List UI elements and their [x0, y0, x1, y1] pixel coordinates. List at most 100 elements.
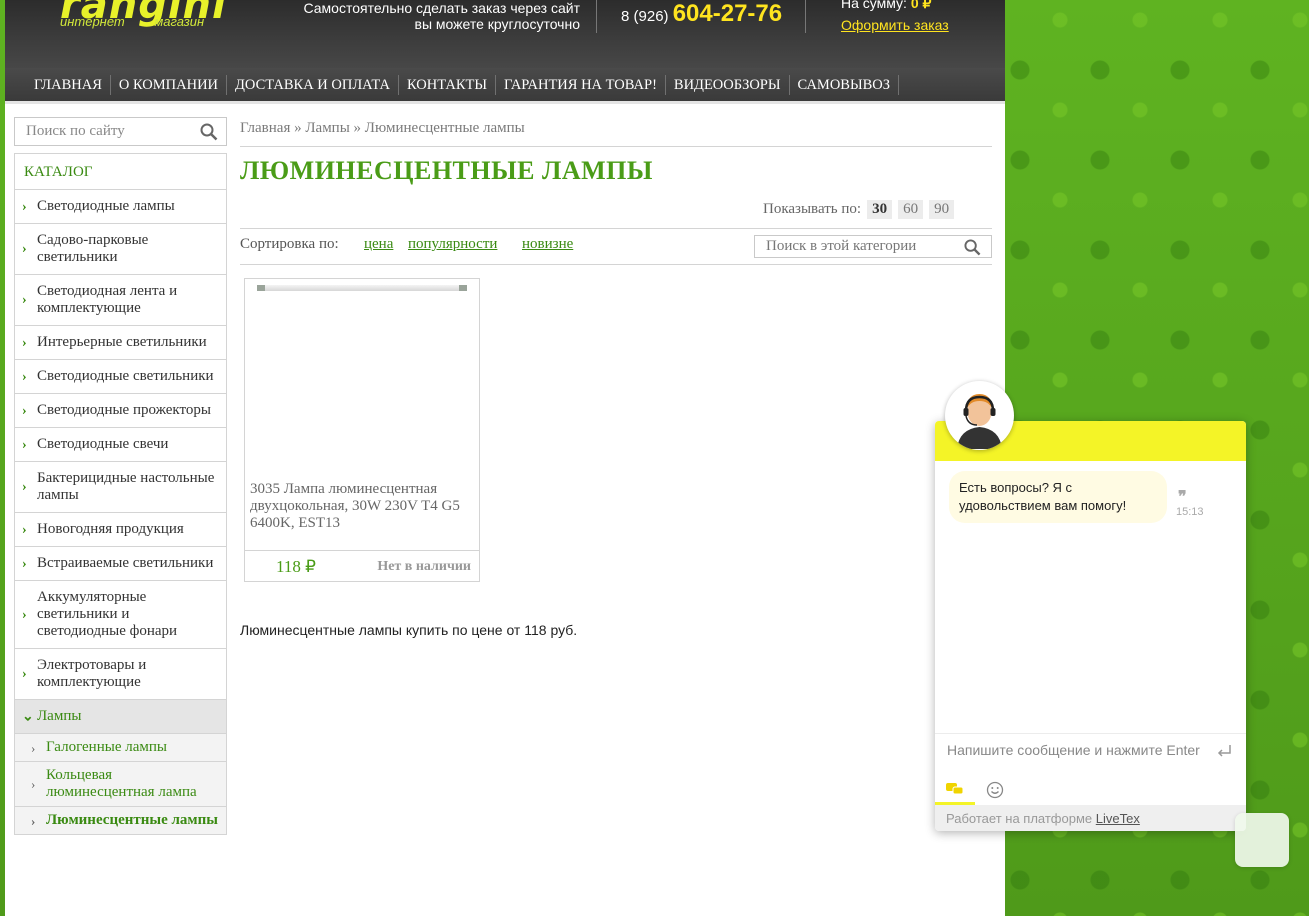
- catalog-item[interactable]: › Светодиодные прожекторы: [15, 394, 226, 428]
- product-footer: 118 ₽ Нет в наличии: [245, 550, 479, 582]
- phone: 8 (926) 604-27-76: [621, 0, 782, 28]
- catalog-item-label: Светодиодные светильники: [37, 368, 214, 384]
- chevron-right-icon: ›: [22, 335, 27, 350]
- operator-avatar: [945, 381, 1014, 450]
- main-nav: ГЛАВНАЯ О КОМПАНИИ ДОСТАВКА И ОПЛАТА КОН…: [5, 68, 1005, 104]
- chevron-right-icon: ›: [22, 522, 27, 537]
- catalog-item-active[interactable]: ⌄ Лампы: [15, 700, 226, 734]
- product-image[interactable]: [257, 285, 467, 291]
- catalog-item-label: Светодиодные прожекторы: [37, 402, 211, 418]
- catalog-item[interactable]: › Светодиодные светильники: [15, 360, 226, 394]
- chevron-right-icon: ›: [22, 437, 27, 452]
- logo-sub-right: магазин: [154, 14, 205, 29]
- catalog-item-label: Бактерицидные настольные лампы: [37, 470, 215, 503]
- nav-item-pickup[interactable]: САМОВЫВОЗ: [790, 74, 900, 95]
- product-price: 118 ₽: [276, 557, 316, 576]
- phone-number[interactable]: 604-27-76: [673, 0, 782, 27]
- catalog-item-label: Светодиодные свечи: [37, 436, 169, 452]
- search-icon[interactable]: [200, 123, 218, 146]
- catalog-menu: КАТАЛОГ › Светодиодные лампы › Садово-парк…: [14, 153, 227, 835]
- cart-sum: 0 ₽: [910, 0, 932, 11]
- sort-label: Сортировка по:: [240, 236, 339, 252]
- product-card[interactable]: 3035 Лампа люминесцентная двухцокольная,…: [244, 278, 480, 582]
- chat-message-time: 15:13: [1176, 506, 1204, 518]
- catalog-subitem[interactable]: › Галогенные лампы: [15, 734, 226, 762]
- catalog-item[interactable]: › Светодиодная лента и комплектующие: [15, 275, 226, 326]
- chat-tab-emoji[interactable]: [975, 775, 1015, 805]
- chevron-right-icon: ›: [31, 813, 36, 828]
- catalog-item[interactable]: › Электротовары и комплектующие: [15, 649, 226, 700]
- breadcrumb-lamps[interactable]: Лампы: [305, 120, 349, 136]
- catalog-item-label: Аккумуляторные светильники и светодиодны…: [37, 589, 178, 639]
- category-search-input[interactable]: [755, 236, 945, 257]
- logo-sub-left: интернет: [60, 14, 125, 29]
- chat-input[interactable]: [947, 742, 1207, 758]
- nav-item-home[interactable]: ГЛАВНАЯ: [26, 74, 111, 95]
- catalog-subitem[interactable]: › Кольцевая люминесцентная лампа: [15, 762, 226, 807]
- catalog-item[interactable]: › Садово-парковые светильники: [15, 224, 226, 275]
- catalog-item[interactable]: › Новогодняя продукция: [15, 513, 226, 547]
- catalog-item-label: Лампы: [37, 708, 82, 724]
- nav-item-contacts[interactable]: КОНТАКТЫ: [399, 74, 497, 95]
- catalog-item[interactable]: › Светодиодные лампы: [15, 190, 226, 224]
- sort-bar: Сортировка по: цена популярности новизне: [240, 228, 992, 265]
- catalog-item-label: Светодиодные лампы: [37, 198, 175, 214]
- catalog-item[interactable]: › Встраиваемые светильники: [15, 547, 226, 581]
- site-search-input[interactable]: [15, 118, 185, 145]
- catalog-item[interactable]: › Аккумуляторные светильники и светодиодн…: [15, 581, 226, 649]
- logo-subtitle: интернет магазин: [60, 14, 230, 29]
- category-search: [754, 235, 992, 258]
- enter-icon[interactable]: [1216, 744, 1232, 763]
- nav-item-warranty[interactable]: ГАРАНТИЯ НА ТОВАР!: [496, 74, 666, 95]
- chat-tabs: [935, 771, 1246, 805]
- checkout-link[interactable]: Оформить заказ: [841, 16, 949, 34]
- per-page-selector: Показывать по: 30 60 90: [763, 200, 955, 219]
- catalog-subitem-label: Галогенные лампы: [46, 739, 167, 755]
- per-page-label: Показывать по:: [763, 201, 862, 217]
- catalog-item[interactable]: › Интерьерные светильники: [15, 326, 226, 360]
- sort-by-popularity[interactable]: популярности: [408, 236, 497, 253]
- order-info-line1: Самостоятельно сделать заказ через сайт: [303, 0, 580, 16]
- stock-status: Нет в наличии: [377, 559, 471, 574]
- breadcrumb-separator: »: [294, 120, 302, 136]
- catalog-item-label: Интерьерные светильники: [37, 334, 207, 350]
- chat-message: Есть вопросы? Я с удовольствием вам помо…: [949, 471, 1167, 523]
- chat-tab-messages[interactable]: [935, 775, 975, 805]
- breadcrumb-current: Люминесцентные лампы: [364, 120, 525, 136]
- chevron-right-icon: ›: [22, 199, 27, 214]
- catalog-item-label: Новогодняя продукция: [37, 521, 184, 537]
- product-title[interactable]: 3035 Лампа люминесцентная двухцокольная,…: [250, 481, 478, 532]
- nav-item-videos[interactable]: ВИДЕООБЗОРЫ: [666, 74, 790, 95]
- breadcrumb: Главная » Лампы » Люминесцентные лампы: [240, 120, 992, 147]
- breadcrumb-home[interactable]: Главная: [240, 120, 290, 136]
- catalog-item-label: Светодиодная лента и комплектующие: [37, 283, 178, 316]
- chevron-right-icon: ›: [22, 556, 27, 571]
- sort-by-newest[interactable]: новизне: [522, 236, 573, 253]
- catalog-subitem-current[interactable]: › Люминесцентные лампы: [15, 807, 226, 835]
- site-container: rangini интернет магазин Самостоятельно …: [5, 0, 1005, 916]
- header-divider: [805, 0, 806, 33]
- catalog-subitem-label: Люминесцентные лампы: [46, 812, 219, 828]
- chat-input-row: [935, 733, 1246, 769]
- chevron-right-icon: ›: [31, 776, 36, 792]
- catalog-item[interactable]: › Бактерицидные настольные лампы: [15, 462, 226, 513]
- search-icon[interactable]: [964, 239, 981, 261]
- sort-by-price[interactable]: цена: [364, 236, 393, 253]
- header-divider: [596, 0, 597, 33]
- per-page-option[interactable]: 30: [867, 200, 893, 219]
- nav-item-about[interactable]: О КОМПАНИИ: [111, 74, 228, 95]
- per-page-option[interactable]: 60: [898, 200, 924, 219]
- catalog-subitem-label: Кольцевая люминесцентная лампа: [46, 767, 197, 800]
- chat-open-button[interactable]: [1235, 813, 1289, 867]
- catalog-item[interactable]: › Светодиодные свечи: [15, 428, 226, 462]
- chevron-right-icon: ›: [22, 403, 27, 418]
- order-info: Самостоятельно сделать заказ через сайт …: [295, 0, 580, 32]
- cart-label: На сумму:: [841, 0, 907, 11]
- nav-item-delivery[interactable]: ДОСТАВКА И ОПЛАТА: [227, 74, 399, 95]
- phone-prefix: 8 (926): [621, 8, 669, 25]
- cart-summary: На сумму: 0 ₽ Оформить заказ: [841, 0, 949, 34]
- per-page-option[interactable]: 90: [929, 200, 955, 219]
- livetex-link[interactable]: LiveTex: [1096, 811, 1140, 826]
- chevron-right-icon: ›: [22, 292, 27, 308]
- chevron-right-icon: ›: [22, 666, 27, 682]
